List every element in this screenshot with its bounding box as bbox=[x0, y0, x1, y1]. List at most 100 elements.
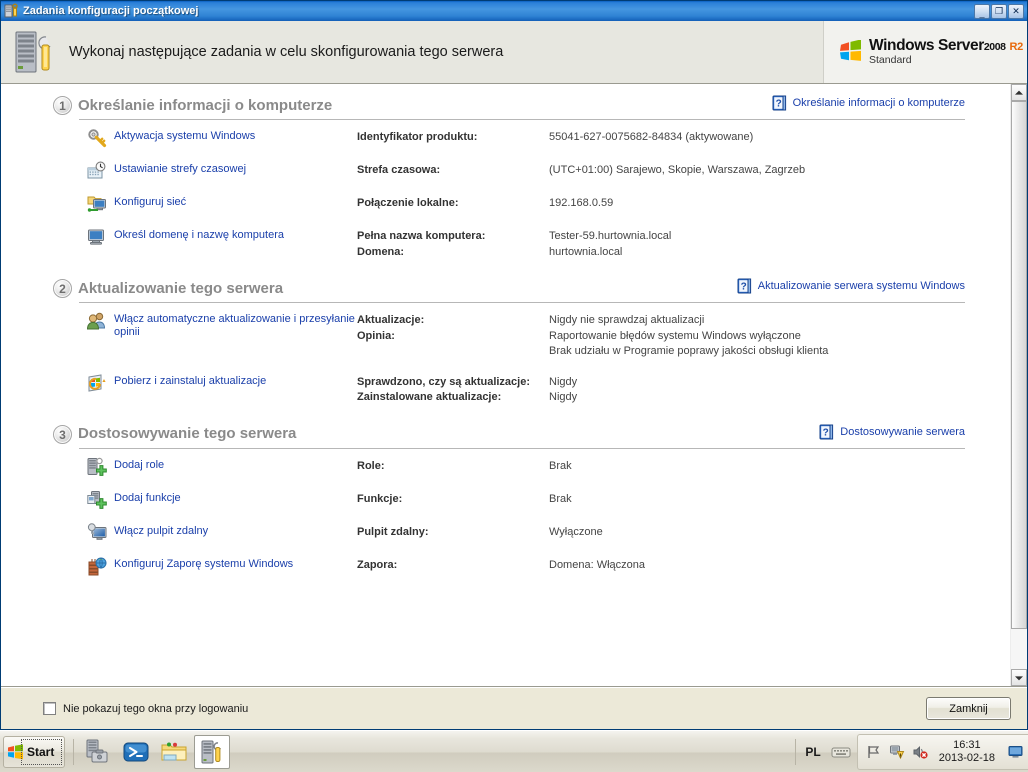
taskbar-item-explorer[interactable] bbox=[156, 735, 192, 769]
brand-product: Windows Server bbox=[869, 36, 984, 54]
dialog-header: Wykonaj następujące zadania w celu skonf… bbox=[1, 21, 1027, 84]
help-book-icon: ? bbox=[819, 424, 834, 440]
quick-launch-bar bbox=[80, 734, 230, 769]
hide-at-logon-label: Nie pokazuj tego okna przy logowaniu bbox=[63, 702, 249, 715]
section-number-badge: 1 bbox=[53, 96, 72, 115]
scrollbar-track[interactable] bbox=[1011, 101, 1027, 669]
task-link[interactable]: Dodaj funkcje bbox=[87, 490, 357, 510]
task-link[interactable]: Określ domenę i nazwę komputera bbox=[87, 229, 357, 247]
tasks-scroll-content: 1 Określanie informacji o komputerze? Okre… bbox=[1, 84, 1010, 686]
minimize-button[interactable]: _ bbox=[974, 3, 990, 19]
field-label-group: Pełna nazwa komputera: Domena: bbox=[357, 229, 549, 260]
task-link[interactable]: Dodaj role bbox=[87, 457, 357, 477]
task-row: Dodaj role Role: Brak bbox=[1, 457, 1010, 477]
svg-text:?: ? bbox=[740, 282, 746, 293]
task-link[interactable]: Pobierz i zainstaluj aktualizacje bbox=[87, 373, 357, 393]
task-row: Ustawianie strefy czasowej Strefa czasowa… bbox=[1, 161, 1010, 181]
field-value: 192.168.0.59 bbox=[549, 197, 614, 209]
task-link-label: Włącz pulpit zdalny bbox=[114, 524, 209, 537]
task-link[interactable]: Konfiguruj sieć bbox=[87, 196, 357, 214]
section-number-badge: 3 bbox=[53, 424, 72, 444]
field-value: Brak udziału w Programie poprawy jakości… bbox=[549, 345, 829, 357]
show-desktop-icon[interactable] bbox=[1008, 745, 1023, 759]
field-value: 55041-627-0075682-84834 (aktywowane) bbox=[549, 131, 754, 143]
remote-desktop-icon bbox=[87, 522, 107, 543]
field-label: Zapora: bbox=[357, 558, 398, 571]
task-link[interactable]: Ustawianie strefy czasowej bbox=[87, 161, 357, 181]
flag-action-center-icon[interactable] bbox=[866, 744, 882, 760]
field-value-group: Wyłączone bbox=[549, 525, 1010, 541]
scroll-up-arrow-icon[interactable] bbox=[1011, 84, 1027, 101]
hide-at-logon-checkbox[interactable] bbox=[43, 702, 56, 715]
field-value: Brak bbox=[549, 459, 572, 472]
language-indicator[interactable]: PL bbox=[805, 745, 820, 759]
field-value-group: (UTC+01:00) Sarajewo, Skopie, Warszawa, … bbox=[549, 163, 1010, 179]
hide-at-logon-checkbox-row[interactable]: Nie pokazuj tego okna przy logowaniu bbox=[43, 702, 926, 715]
window-title: Zadania konfiguracji początkowej bbox=[23, 5, 199, 17]
taskbar: Start PL 16:31 2013-02-18 bbox=[0, 730, 1028, 772]
maximize-button[interactable]: ❐ bbox=[991, 3, 1007, 19]
task-row: Dodaj funkcje Funkcje: Brak bbox=[1, 490, 1010, 510]
help-book-icon: ? bbox=[772, 95, 787, 111]
field-label-group: Funkcje: bbox=[357, 492, 549, 508]
close-button[interactable]: ✕ bbox=[1008, 3, 1024, 19]
field-value-group: Brak bbox=[549, 492, 1010, 508]
system-tray: PL 16:31 2013-02-18 bbox=[786, 731, 1028, 772]
start-button[interactable]: Start bbox=[3, 735, 65, 768]
network-folder-icon bbox=[87, 194, 107, 214]
field-value: Nigdy bbox=[549, 375, 578, 388]
section-rows: Dodaj role Role: Brak Dodaj funkcje Funkcje:… bbox=[1, 449, 1010, 576]
dialog-footer: Nie pokazuj tego okna przy logowaniu Zam… bbox=[1, 687, 1027, 729]
field-value: Wyłączone bbox=[549, 525, 603, 538]
volume-muted-icon[interactable] bbox=[912, 744, 928, 760]
scroll-down-arrow-icon[interactable] bbox=[1011, 669, 1027, 686]
task-link[interactable]: Włącz automatyczne aktualizowanie i prze… bbox=[86, 311, 357, 339]
network-warning-icon[interactable] bbox=[889, 744, 905, 760]
field-value-group: Brak bbox=[549, 459, 1010, 475]
field-label: Sprawdzono, czy są aktualizacje: bbox=[357, 375, 531, 388]
task-row: Włącz pulpit zdalny Pulpit zdalny: Wyłączo… bbox=[1, 522, 1010, 543]
clock-timezone-icon bbox=[87, 161, 107, 181]
clock[interactable]: 16:31 2013-02-18 bbox=[939, 739, 995, 765]
section-help-link[interactable]: ? Aktualizowanie serwera systemu Windows bbox=[737, 278, 965, 294]
field-label-group: Role: bbox=[357, 459, 549, 475]
section-help-link[interactable]: ? Określanie informacji o komputerze bbox=[772, 95, 965, 111]
close-dialog-button[interactable]: Zamknij bbox=[926, 697, 1011, 720]
task-row: Pobierz i zainstaluj aktualizacje Sprawdz… bbox=[1, 373, 1010, 406]
taskbar-item-server-manager[interactable] bbox=[80, 735, 116, 769]
task-row: Konfiguruj sieć Połączenie lokalne: 192.16… bbox=[1, 196, 1010, 214]
content-area: 1 Określanie informacji o komputerze? Okre… bbox=[1, 84, 1027, 687]
task-link[interactable]: Włącz pulpit zdalny bbox=[87, 522, 357, 543]
task-link[interactable]: Aktywacja systemu Windows bbox=[87, 128, 357, 148]
task-link-label: Dodaj role bbox=[114, 458, 165, 471]
computer-domain-icon bbox=[87, 227, 107, 247]
taskbar-item-initial-config-tasks[interactable] bbox=[194, 734, 230, 769]
taskbar-item-powershell[interactable] bbox=[118, 735, 154, 769]
window-title-bar[interactable]: Zadania konfiguracji początkowej _ ❐ ✕ bbox=[1, 1, 1027, 21]
task-row: Konfiguruj Zaporę systemu Windows Zapora:… bbox=[1, 556, 1010, 576]
field-label-group: Pulpit zdalny: bbox=[357, 525, 549, 541]
section-help-label: Dostosowywanie serwera bbox=[840, 425, 965, 438]
section-help-label: Aktualizowanie serwera systemu Windows bbox=[757, 280, 965, 292]
initial-configuration-tasks-window: Zadania konfiguracji początkowej _ ❐ ✕ W… bbox=[0, 0, 1028, 730]
firewall-icon bbox=[87, 556, 107, 576]
field-value-group: 55041-627-0075682-84834 (aktywowane) bbox=[549, 130, 1010, 146]
keyboard-icon[interactable] bbox=[831, 745, 851, 759]
vertical-scrollbar[interactable] bbox=[1010, 84, 1027, 686]
section-header: 3 Dostosowywanie tego serwera? Dostosowywa… bbox=[1, 421, 1010, 447]
task-row: Włącz automatyczne aktualizowanie i prze… bbox=[1, 311, 1010, 360]
section-rows: Aktywacja systemu Windows Identyfikator p… bbox=[1, 120, 1010, 260]
clock-date: 2013-02-18 bbox=[938, 751, 995, 764]
scrollbar-thumb[interactable] bbox=[1011, 101, 1027, 630]
task-link[interactable]: Konfiguruj Zaporę systemu Windows bbox=[87, 556, 357, 576]
field-label-group: Zapora: bbox=[357, 558, 549, 574]
section-help-link[interactable]: ? Dostosowywanie serwera bbox=[819, 424, 965, 440]
windows-logo-icon bbox=[838, 39, 864, 64]
users-feedback-icon bbox=[86, 311, 107, 331]
section-number-badge: 2 bbox=[53, 279, 72, 298]
field-label: Domena: bbox=[357, 245, 405, 258]
section-rows: Włącz automatyczne aktualizowanie i prze… bbox=[1, 303, 1010, 406]
task-link-label: Konfiguruj Zaporę systemu Windows bbox=[114, 557, 294, 570]
key-activate-icon bbox=[87, 128, 107, 148]
section-title: Określanie informacji o komputerze bbox=[78, 96, 333, 114]
